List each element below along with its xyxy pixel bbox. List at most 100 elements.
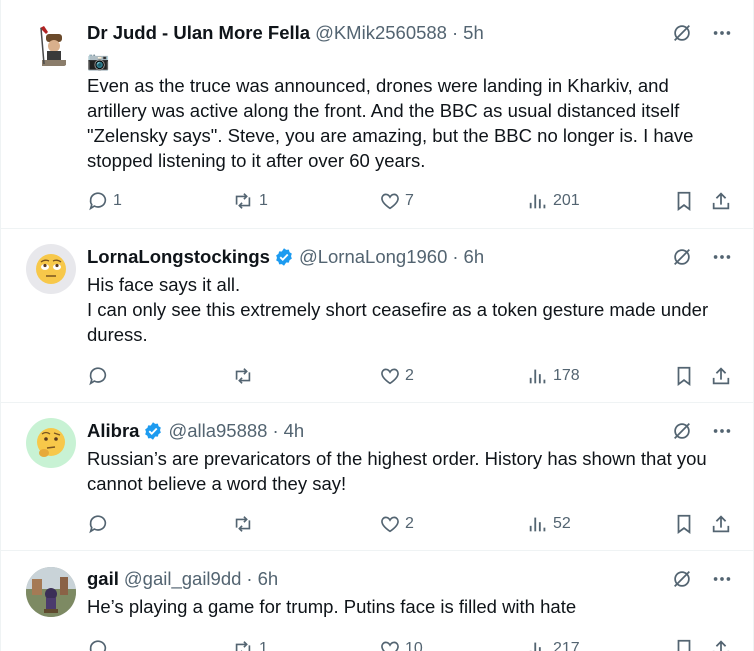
tweet-2[interactable]: LornaLongstockings @LornaLong1960 · 6h H… — [1, 229, 754, 403]
user-handle[interactable]: @KMik2560588 — [315, 22, 447, 44]
avatar[interactable] — [26, 244, 76, 294]
display-name[interactable]: gail — [87, 568, 119, 590]
bookmark-button[interactable] — [673, 364, 695, 388]
display-name[interactable]: LornaLongstockings — [87, 246, 270, 268]
tweet-top-icons — [671, 22, 733, 44]
heart-icon — [379, 190, 401, 212]
views-button[interactable]: 52 — [527, 512, 571, 536]
repost-button[interactable] — [231, 364, 259, 388]
repost-button[interactable]: 1 — [231, 189, 268, 213]
reply-icon — [87, 638, 109, 651]
share-icon — [710, 365, 732, 387]
timestamp[interactable]: 5h — [463, 22, 484, 44]
verified-badge-icon — [274, 247, 294, 267]
like-button[interactable]: 7 — [379, 189, 414, 213]
repost-icon — [231, 638, 255, 651]
bookmark-button[interactable] — [673, 637, 695, 651]
like-count: 10 — [405, 640, 423, 651]
analytics-icon — [527, 638, 549, 651]
display-name[interactable]: Alibra — [87, 420, 139, 442]
separator-dot: · — [451, 22, 459, 43]
grok-icon[interactable] — [671, 420, 693, 442]
timeline: Dr Judd - Ulan More Fella @KMik2560588 ·… — [0, 0, 754, 651]
like-count: 7 — [405, 192, 414, 209]
tweet-text-line: stopped listening to it after over 60 ye… — [87, 150, 426, 171]
grok-icon[interactable] — [671, 568, 693, 590]
heart-icon — [379, 365, 401, 387]
grok-icon[interactable] — [671, 246, 693, 268]
tweet-text: He’s playing a game for trump. Putins fa… — [87, 594, 737, 619]
timestamp[interactable]: 6h — [464, 246, 485, 268]
more-options-icon[interactable] — [711, 568, 733, 590]
like-count: 2 — [405, 367, 414, 384]
more-options-icon[interactable] — [711, 246, 733, 268]
reply-icon — [87, 513, 109, 535]
like-button[interactable]: 2 — [379, 512, 414, 536]
tweet-text-line: cannot believe a word they say! — [87, 473, 347, 494]
tweet-top-icons — [671, 246, 733, 268]
reply-icon — [87, 190, 109, 212]
share-button[interactable] — [710, 637, 732, 651]
display-name[interactable]: Dr Judd - Ulan More Fella — [87, 22, 310, 44]
user-handle[interactable]: @LornaLong1960 — [299, 246, 447, 268]
timestamp[interactable]: 6h — [258, 568, 279, 590]
view-count: 52 — [553, 515, 571, 532]
tweet-text-line: Even as the truce was announced, drones … — [87, 75, 669, 96]
avatar[interactable] — [26, 20, 76, 70]
repost-button[interactable]: 1 — [231, 637, 268, 651]
tweet-text-line: "Zelensky says". Steve, you are amazing,… — [87, 125, 694, 146]
views-button[interactable]: 201 — [527, 189, 580, 213]
repost-icon — [231, 513, 255, 535]
like-button[interactable]: 10 — [379, 637, 423, 651]
more-options-icon[interactable] — [711, 22, 733, 44]
reply-count: 1 — [113, 192, 122, 209]
grok-icon[interactable] — [671, 22, 693, 44]
views-button[interactable]: 178 — [527, 364, 580, 388]
bookmark-icon — [673, 365, 695, 387]
tweet-actions: 1 1 7 201 — [1, 189, 754, 213]
bookmark-button[interactable] — [673, 512, 695, 536]
user-handle[interactable]: @alla95888 — [168, 420, 267, 442]
tweet-text-line: I can only see this extremely short ceas… — [87, 299, 709, 320]
tweet-actions: 1 10 217 — [1, 637, 754, 651]
avatar[interactable] — [26, 418, 76, 468]
timestamp[interactable]: 4h — [284, 420, 305, 442]
tweet-top-icons — [671, 420, 733, 442]
tweet-text-line: His face says it all. — [87, 274, 241, 295]
user-handle[interactable]: @gail_gail9dd — [124, 568, 242, 590]
like-count: 2 — [405, 515, 414, 532]
views-button[interactable]: 217 — [527, 637, 580, 651]
tweet-text-line: Russian’s are prevaricators of the highe… — [87, 448, 707, 469]
repost-button[interactable] — [231, 512, 259, 536]
reply-button[interactable] — [87, 364, 113, 388]
view-count: 217 — [553, 640, 580, 651]
analytics-icon — [527, 365, 549, 387]
like-button[interactable]: 2 — [379, 364, 414, 388]
bookmark-icon — [673, 513, 695, 535]
tweet-text-line: duress. — [87, 324, 148, 345]
tweet-3[interactable]: Alibra @alla95888 · 4h Russian’s are pre… — [1, 403, 754, 551]
share-button[interactable] — [710, 512, 732, 536]
bookmark-icon — [673, 638, 695, 651]
bookmark-icon — [673, 190, 695, 212]
tweet-text: Russian’s are prevaricators of the highe… — [87, 446, 737, 496]
reply-button[interactable] — [87, 637, 113, 651]
reply-button[interactable] — [87, 512, 113, 536]
analytics-icon — [527, 513, 549, 535]
tweet-actions: 2 52 — [1, 512, 754, 536]
tweet-text: Even as the truce was announced, drones … — [87, 73, 737, 173]
tweet-1[interactable]: Dr Judd - Ulan More Fella @KMik2560588 ·… — [1, 0, 754, 229]
tweet-4[interactable]: gail @gail_gail9dd · 6h He’s playing a g… — [1, 551, 754, 651]
more-options-icon[interactable] — [711, 420, 733, 442]
share-button[interactable] — [710, 364, 732, 388]
tweet-header: LornaLongstockings @LornaLong1960 · 6h — [87, 245, 484, 269]
avatar[interactable] — [26, 567, 76, 617]
reply-button[interactable]: 1 — [87, 189, 122, 213]
verified-badge-icon — [143, 421, 163, 441]
share-button[interactable] — [710, 189, 732, 213]
bookmark-button[interactable] — [673, 189, 695, 213]
repost-count: 1 — [259, 640, 268, 651]
camera-emoji: 📷 — [87, 51, 110, 71]
reply-icon — [87, 365, 109, 387]
share-icon — [710, 190, 732, 212]
